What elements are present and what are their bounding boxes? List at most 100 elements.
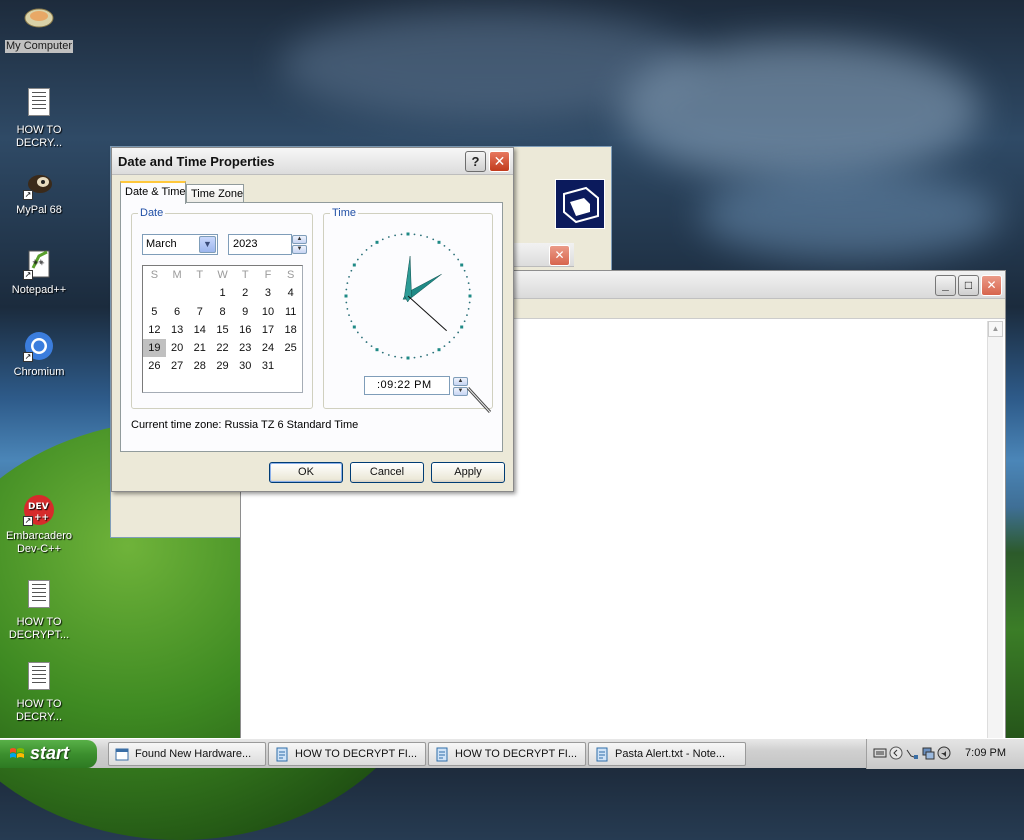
desktop-icon-chromium[interactable]: ↗ Chromium — [1, 330, 77, 379]
calendar-day[interactable]: 28 — [188, 357, 211, 375]
calendar-day[interactable]: 1 — [211, 284, 234, 302]
chevron-down-icon[interactable]: ▼ — [199, 236, 216, 253]
calendar-day[interactable]: 12 — [143, 321, 166, 339]
clock-minute-tick — [426, 236, 429, 238]
windows-logo-icon — [10, 748, 24, 758]
svg-text:++: ++ — [34, 513, 49, 523]
calendar-day[interactable]: 31 — [257, 357, 280, 375]
calendar-day[interactable]: 15 — [211, 321, 234, 339]
background-close-button[interactable]: ✕ — [549, 245, 570, 266]
calendar-day[interactable]: 22 — [211, 339, 234, 357]
calendar-day[interactable]: 2 — [234, 284, 257, 302]
calendar-day[interactable]: 14 — [188, 321, 211, 339]
calendar-day[interactable]: 8 — [211, 303, 234, 321]
time-input[interactable]: :09:22 PM — [364, 376, 450, 395]
tab-date-time[interactable]: Date & Time — [120, 181, 186, 204]
taskbar-item-label: Pasta Alert.txt - Note... — [615, 748, 726, 760]
display-icon[interactable] — [921, 746, 935, 760]
year-value: 2023 — [233, 238, 258, 250]
tab-time-zone[interactable]: Time Zone — [186, 184, 244, 203]
calendar-day[interactable]: 26 — [143, 357, 166, 375]
close-button[interactable]: ✕ — [489, 151, 510, 172]
clock-second-hand — [407, 295, 447, 332]
calendar-day[interactable]: 9 — [234, 303, 257, 321]
calendar-day[interactable]: 4 — [279, 284, 302, 302]
desktop-icon-my-computer[interactable]: My Computer — [1, 4, 77, 53]
clock-minute-tick — [448, 249, 451, 251]
calendar-week-row: 19 20 21 22 23 24 25 — [143, 339, 302, 358]
month-value: March — [146, 238, 177, 250]
desktop-icon-mypal[interactable]: ↗ MyPal 68 — [1, 168, 77, 217]
clock-minute-tick — [467, 282, 470, 285]
clock-minute-tick — [345, 301, 348, 304]
calendar-day[interactable]: 25 — [279, 339, 302, 357]
network-icon[interactable] — [905, 746, 919, 760]
month-select[interactable]: March ▼ — [142, 234, 218, 255]
volume-icon[interactable] — [937, 746, 951, 760]
month-calendar[interactable]: S M T W T F S 1 2 3 4 5 6 7 8 9 10 11 12 13 14 15 16 17 18 19 20 21… — [142, 265, 303, 393]
spin-up-icon[interactable]: ▲ — [292, 235, 307, 244]
calendar-day[interactable]: 27 — [166, 357, 189, 375]
devcpp-icon: DEV ++ ↗ — [23, 494, 55, 526]
year-spinner[interactable]: 2023 ▲ ▼ — [228, 234, 307, 255]
clock-minute-tick — [457, 331, 460, 334]
spin-down-icon[interactable]: ▼ — [292, 245, 307, 254]
ok-button[interactable]: OK — [269, 462, 343, 483]
calendar-empty-cell — [143, 284, 166, 302]
clock-minute-tick — [350, 269, 353, 272]
calendar-day[interactable]: 23 — [234, 339, 257, 357]
desktop-icon-devcpp[interactable]: DEV ++ ↗ Embarcadero Dev-C++ — [1, 494, 77, 556]
taskbar-clock[interactable]: 7:09 PM — [965, 747, 1006, 759]
calendar-day[interactable]: 21 — [188, 339, 211, 357]
calendar-day[interactable]: 29 — [211, 357, 234, 375]
calendar-day[interactable]: 10 — [257, 303, 280, 321]
notepad-icon — [596, 747, 608, 762]
desktop-icon-label: HOW TO DECRYPT... — [8, 616, 70, 641]
calendar-week-row: 12 13 14 15 16 17 18 — [143, 321, 302, 339]
cancel-button[interactable]: Cancel — [350, 462, 424, 483]
weekday-label: S — [150, 269, 159, 281]
clock-minute-tick — [356, 331, 359, 334]
calendar-day[interactable]: 11 — [279, 303, 302, 321]
desktop-icon-how-to-decrypt-3[interactable]: HOW TO DECRY... — [1, 660, 77, 724]
minimize-icon[interactable]: _ — [935, 275, 956, 296]
clock-hour-tick — [352, 263, 356, 267]
help-button[interactable]: ? — [465, 151, 486, 172]
desktop-icon-how-to-decrypt-2[interactable]: HOW TO DECRYPT... — [1, 578, 77, 642]
clock-minute-tick — [432, 238, 435, 241]
calendar-day[interactable]: 19 — [143, 339, 166, 358]
desktop-icon-notepadpp[interactable]: ++ ↗ Notepad++ — [1, 248, 77, 297]
calendar-day[interactable]: 17 — [257, 321, 280, 339]
calendar-day[interactable]: 30 — [234, 357, 257, 375]
scroll-up-icon[interactable]: ▲ — [988, 321, 1003, 337]
keyboard-icon[interactable] — [873, 746, 887, 760]
calendar-day[interactable]: 13 — [166, 321, 189, 339]
calendar-day[interactable]: 3 — [257, 284, 280, 302]
calendar-day[interactable]: 16 — [234, 321, 257, 339]
calendar-week-row: 5 6 7 8 9 10 11 — [143, 303, 302, 321]
taskbar-item-how-to-decrypt-2[interactable]: HOW TO DECRYPT FI... — [428, 742, 586, 766]
vertical-scrollbar[interactable]: ▲ — [987, 321, 1003, 739]
clock-minute-tick — [426, 354, 429, 356]
calendar-day[interactable]: 18 — [279, 321, 302, 339]
calendar-day[interactable]: 20 — [166, 339, 189, 357]
weekday-label: M — [172, 269, 182, 281]
taskbar-item-found-new-hardware[interactable]: Found New Hardware... — [108, 742, 266, 766]
calendar-empty-cell — [166, 284, 189, 302]
taskbar-item-how-to-decrypt-1[interactable]: HOW TO DECRYPT FI... — [268, 742, 426, 766]
close-icon[interactable]: ✕ — [981, 275, 1002, 296]
desktop-icon-label: My Computer — [4, 40, 74, 53]
desktop-icon-how-to-decrypt-1[interactable]: HOW TO DECRY... — [1, 86, 77, 150]
taskbar-item-pasta-alert[interactable]: Pasta Alert.txt - Note... — [588, 742, 746, 766]
dialog-title-bar[interactable]: Date and Time Properties ? ✕ — [112, 148, 513, 175]
calendar-day[interactable]: 6 — [166, 303, 189, 321]
date-time-properties-dialog: Date and Time Properties ? ✕ Date & Time… — [111, 147, 514, 492]
date-group: Date March ▼ 2023 ▲ ▼ S M T W T F S 1 2 3 4 5 6 7 8 9 10… — [131, 207, 313, 409]
start-button[interactable]: start — [0, 740, 97, 768]
calendar-day[interactable]: 5 — [143, 303, 166, 321]
maximize-icon[interactable]: □ — [958, 275, 979, 296]
calendar-day[interactable]: 24 — [257, 339, 280, 357]
apply-button[interactable]: Apply — [431, 462, 505, 483]
chevron-left-icon[interactable] — [889, 746, 903, 760]
calendar-day[interactable]: 7 — [188, 303, 211, 321]
